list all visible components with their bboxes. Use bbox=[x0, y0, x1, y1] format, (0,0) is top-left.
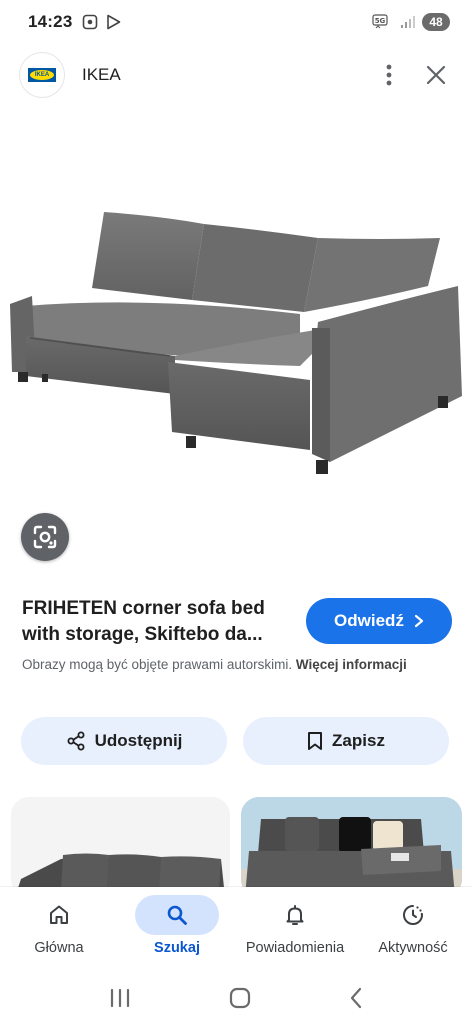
lens-icon bbox=[33, 525, 57, 549]
nav-label-notifications: Powiadomienia bbox=[245, 940, 345, 956]
system-navigation-bar bbox=[0, 972, 472, 1024]
search-icon bbox=[167, 905, 187, 925]
save-button[interactable]: Zapisz bbox=[243, 717, 449, 765]
app-header: IKEA IKEA bbox=[0, 50, 472, 100]
product-title-row: FRIHETEN corner sofa bed with storage, S… bbox=[22, 596, 452, 648]
bookmark-icon bbox=[308, 732, 323, 750]
battery-indicator: 48 bbox=[422, 13, 450, 31]
svg-text:5G: 5G bbox=[375, 17, 386, 25]
copyright-notice: Obrazy mogą być objęte prawami autorskim… bbox=[22, 654, 442, 675]
visit-label: Odwiedź bbox=[334, 611, 404, 630]
recent-apps-icon[interactable] bbox=[109, 988, 131, 1008]
related-image[interactable] bbox=[11, 797, 230, 897]
nav-item-notifications[interactable]: Powiadomienia bbox=[236, 887, 354, 972]
more-info-link[interactable]: Więcej informacji bbox=[296, 657, 407, 672]
site-logo[interactable]: IKEA bbox=[20, 53, 64, 97]
play-store-icon bbox=[107, 14, 121, 30]
lens-search-button[interactable] bbox=[21, 513, 69, 561]
nav-label-activity: Aktywność bbox=[378, 940, 448, 956]
product-image[interactable] bbox=[0, 150, 472, 510]
signal-icon bbox=[401, 16, 415, 28]
site-name: IKEA bbox=[82, 65, 121, 84]
home-button-icon[interactable] bbox=[228, 986, 252, 1010]
related-image[interactable] bbox=[241, 797, 462, 897]
copyright-text: Obrazy mogą być objęte prawami autorskim… bbox=[22, 657, 293, 672]
nav-label-search: Szukaj bbox=[154, 940, 200, 956]
nav-label-home: Główna bbox=[34, 940, 84, 956]
status-time: 14:23 bbox=[28, 12, 73, 31]
activity-icon bbox=[403, 905, 423, 925]
nav-item-activity[interactable]: Aktywność bbox=[354, 887, 472, 972]
bell-icon bbox=[286, 905, 304, 925]
visit-button[interactable]: Odwiedź bbox=[306, 598, 452, 644]
close-icon[interactable] bbox=[426, 65, 446, 85]
nav-item-search[interactable]: Szukaj bbox=[118, 887, 236, 972]
status-bar: 14:23 5G 48 bbox=[0, 0, 472, 44]
share-icon bbox=[67, 731, 85, 751]
back-icon[interactable] bbox=[349, 987, 363, 1009]
bottom-navigation: Główna Szukaj Powiadomienia Aktywność bbox=[0, 887, 472, 972]
nav-item-home[interactable]: Główna bbox=[0, 887, 118, 972]
screenshot-icon bbox=[83, 14, 98, 30]
home-icon bbox=[50, 905, 68, 924]
save-label: Zapisz bbox=[332, 731, 385, 750]
share-button[interactable]: Udostępnij bbox=[21, 717, 227, 765]
share-label: Udostępnij bbox=[94, 731, 183, 750]
ikea-logo: IKEA bbox=[28, 68, 56, 82]
chevron-right-icon bbox=[414, 614, 424, 628]
more-options-icon[interactable] bbox=[386, 64, 392, 86]
product-title[interactable]: FRIHETEN corner sofa bed with storage, S… bbox=[22, 596, 292, 648]
network-5g-icon: 5G bbox=[372, 14, 388, 29]
